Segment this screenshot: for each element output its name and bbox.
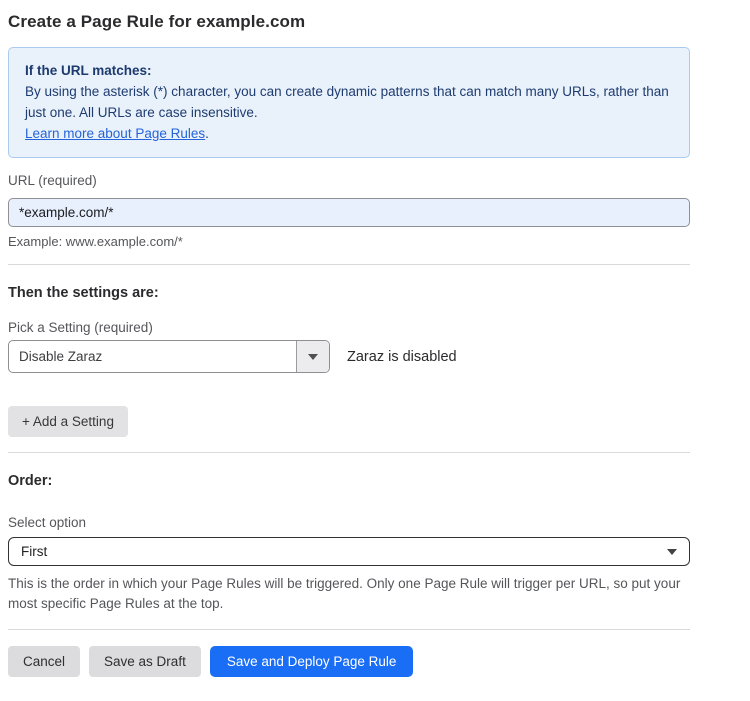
divider xyxy=(8,452,690,453)
order-select-label: Select option xyxy=(8,515,690,530)
page-rule-form: Create a Page Rule for example.com If th… xyxy=(8,12,690,701)
learn-more-link[interactable]: Learn more about Page Rules xyxy=(25,126,205,141)
cancel-button[interactable]: Cancel xyxy=(8,646,80,677)
url-match-info-box: If the URL matches: By using the asteris… xyxy=(8,47,690,158)
chevron-down-icon xyxy=(667,549,677,555)
save-as-draft-button[interactable]: Save as Draft xyxy=(89,646,201,677)
setting-dropdown-button[interactable] xyxy=(296,341,329,372)
setting-row: Disable Zaraz Zaraz is disabled xyxy=(8,340,690,373)
setting-dropdown-value: Disable Zaraz xyxy=(9,341,296,372)
setting-status-text: Zaraz is disabled xyxy=(347,349,457,365)
url-field-example: Example: www.example.com/* xyxy=(8,234,690,249)
order-help-text: This is the order in which your Page Rul… xyxy=(8,574,686,614)
caret-down-icon xyxy=(308,354,318,360)
info-box-link-line: Learn more about Page Rules. xyxy=(25,123,673,144)
divider xyxy=(8,264,690,265)
order-section-heading: Order: xyxy=(8,473,690,489)
save-and-deploy-button[interactable]: Save and Deploy Page Rule xyxy=(210,646,414,677)
form-actions: Cancel Save as Draft Save and Deploy Pag… xyxy=(8,646,690,677)
order-select-value: First xyxy=(21,544,667,559)
page-title: Create a Page Rule for example.com xyxy=(8,12,690,32)
pick-setting-label: Pick a Setting (required) xyxy=(8,320,690,335)
url-input[interactable] xyxy=(8,198,690,227)
info-box-body: By using the asterisk (*) character, you… xyxy=(25,81,673,123)
add-setting-button[interactable]: + Add a Setting xyxy=(8,406,128,437)
link-suffix: . xyxy=(205,126,209,141)
url-field-label: URL (required) xyxy=(8,173,690,188)
info-box-heading: If the URL matches: xyxy=(25,60,673,81)
divider xyxy=(8,629,690,630)
order-select[interactable]: First xyxy=(8,537,690,566)
setting-dropdown[interactable]: Disable Zaraz xyxy=(8,340,330,373)
settings-section-heading: Then the settings are: xyxy=(8,285,690,301)
